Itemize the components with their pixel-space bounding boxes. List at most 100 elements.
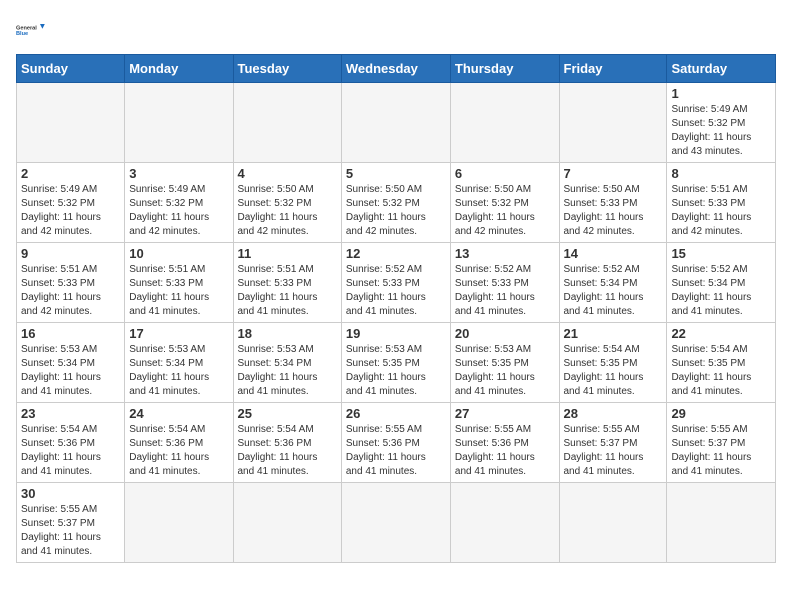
day-info: Sunrise: 5:54 AM Sunset: 5:35 PM Dayligh… (564, 343, 663, 399)
calendar-cell: 27 Sunrise: 5:55 AM Sunset: 5:36 PM Dayli… (450, 403, 559, 483)
calendar-weekday-friday: Friday (559, 55, 667, 83)
calendar-table: SundayMondayTuesdayWednesdayThursdayFrid… (16, 54, 776, 563)
svg-text:General: General (16, 26, 37, 32)
calendar-cell: 3 Sunrise: 5:49 AM Sunset: 5:32 PM Daylig… (125, 163, 233, 243)
day-number: 19 (346, 326, 446, 341)
day-number: 12 (346, 246, 446, 261)
day-number: 24 (129, 406, 228, 421)
day-info: Sunrise: 5:50 AM Sunset: 5:32 PM Dayligh… (238, 183, 337, 239)
day-number: 6 (455, 166, 555, 181)
calendar-weekday-wednesday: Wednesday (341, 55, 450, 83)
calendar-cell: 17Sunrise: 5:53 AM Sunset: 5:34 PM Dayli… (125, 323, 233, 403)
calendar-cell: 8Sunrise: 5:51 AM Sunset: 5:33 PM Daylig… (667, 163, 776, 243)
day-number: 29 (671, 406, 771, 421)
calendar-cell: 1Sunrise: 5:49 AM Sunset: 5:32 PM Daylig… (667, 83, 776, 163)
day-number: 25 (238, 406, 337, 421)
calendar-weekday-thursday: Thursday (450, 55, 559, 83)
day-info: Sunrise: 5:49 AM Sunset: 5:32 PM Dayligh… (671, 103, 771, 159)
calendar-cell: 6 Sunrise: 5:50 AM Sunset: 5:32 PM Daylig… (450, 163, 559, 243)
calendar-cell: 5 Sunrise: 5:50 AM Sunset: 5:32 PM Daylig… (341, 163, 450, 243)
day-number: 18 (238, 326, 337, 341)
calendar-cell: 20 Sunrise: 5:53 AM Sunset: 5:35 PM Dayli… (450, 323, 559, 403)
day-number: 2 (21, 166, 120, 181)
day-number: 27 (455, 406, 555, 421)
day-info: Sunrise: 5:49 AM Sunset: 5:32 PM Dayligh… (21, 183, 120, 239)
day-number: 13 (455, 246, 555, 261)
calendar-cell: 7Sunrise: 5:50 AM Sunset: 5:33 PM Daylig… (559, 163, 667, 243)
day-info: Sunrise: 5:55 AM Sunset: 5:36 PM Dayligh… (455, 423, 555, 479)
day-info: Sunrise: 5:55 AM Sunset: 5:36 PM Dayligh… (346, 423, 446, 479)
day-info: Sunrise: 5:50 AM Sunset: 5:33 PM Dayligh… (564, 183, 663, 239)
calendar-cell (233, 83, 341, 163)
day-info: Sunrise: 5:53 AM Sunset: 5:34 PM Dayligh… (129, 343, 228, 399)
day-info: Sunrise: 5:51 AM Sunset: 5:33 PM Dayligh… (238, 263, 337, 319)
calendar-cell: 13 Sunrise: 5:52 AM Sunset: 5:33 PM Dayli… (450, 243, 559, 323)
calendar-cell (125, 83, 233, 163)
calendar-week-5: 23 Sunrise: 5:54 AM Sunset: 5:36 PM Dayli… (17, 403, 776, 483)
day-number: 11 (238, 246, 337, 261)
day-info: Sunrise: 5:52 AM Sunset: 5:33 PM Dayligh… (455, 263, 555, 319)
day-info: Sunrise: 5:54 AM Sunset: 5:36 PM Dayligh… (238, 423, 337, 479)
logo: GeneralBlue (16, 16, 48, 44)
calendar-cell (17, 83, 125, 163)
calendar-week-1: 1Sunrise: 5:49 AM Sunset: 5:32 PM Daylig… (17, 83, 776, 163)
day-info: Sunrise: 5:54 AM Sunset: 5:35 PM Dayligh… (671, 343, 771, 399)
generalblue-logo-icon: GeneralBlue (16, 16, 48, 44)
calendar-cell: 24 Sunrise: 5:54 AM Sunset: 5:36 PM Dayli… (125, 403, 233, 483)
calendar-cell: 4 Sunrise: 5:50 AM Sunset: 5:32 PM Daylig… (233, 163, 341, 243)
calendar-cell: 28 Sunrise: 5:55 AM Sunset: 5:37 PM Dayli… (559, 403, 667, 483)
calendar-week-6: 30Sunrise: 5:55 AM Sunset: 5:37 PM Dayli… (17, 483, 776, 563)
day-info: Sunrise: 5:54 AM Sunset: 5:36 PM Dayligh… (21, 423, 120, 479)
day-number: 20 (455, 326, 555, 341)
calendar-cell: 10Sunrise: 5:51 AM Sunset: 5:33 PM Dayli… (125, 243, 233, 323)
day-number: 9 (21, 246, 120, 261)
calendar-cell: 12 Sunrise: 5:52 AM Sunset: 5:33 PM Dayli… (341, 243, 450, 323)
calendar-cell: 25 Sunrise: 5:54 AM Sunset: 5:36 PM Dayli… (233, 403, 341, 483)
day-number: 4 (238, 166, 337, 181)
day-number: 3 (129, 166, 228, 181)
calendar-cell (341, 483, 450, 563)
calendar-weekday-saturday: Saturday (667, 55, 776, 83)
calendar-cell: 19 Sunrise: 5:53 AM Sunset: 5:35 PM Dayli… (341, 323, 450, 403)
calendar-cell: 29Sunrise: 5:55 AM Sunset: 5:37 PM Dayli… (667, 403, 776, 483)
day-info: Sunrise: 5:50 AM Sunset: 5:32 PM Dayligh… (455, 183, 555, 239)
calendar-week-2: 2 Sunrise: 5:49 AM Sunset: 5:32 PM Daylig… (17, 163, 776, 243)
calendar-cell: 2 Sunrise: 5:49 AM Sunset: 5:32 PM Daylig… (17, 163, 125, 243)
calendar-cell (233, 483, 341, 563)
day-info: Sunrise: 5:53 AM Sunset: 5:34 PM Dayligh… (238, 343, 337, 399)
calendar-cell: 16Sunrise: 5:53 AM Sunset: 5:34 PM Dayli… (17, 323, 125, 403)
day-info: Sunrise: 5:52 AM Sunset: 5:33 PM Dayligh… (346, 263, 446, 319)
day-info: Sunrise: 5:55 AM Sunset: 5:37 PM Dayligh… (21, 503, 120, 559)
day-info: Sunrise: 5:51 AM Sunset: 5:33 PM Dayligh… (671, 183, 771, 239)
calendar-cell: 23 Sunrise: 5:54 AM Sunset: 5:36 PM Dayli… (17, 403, 125, 483)
page-header: GeneralBlue (16, 16, 776, 44)
calendar-cell: 26Sunrise: 5:55 AM Sunset: 5:36 PM Dayli… (341, 403, 450, 483)
svg-text:Blue: Blue (16, 31, 28, 37)
day-number: 23 (21, 406, 120, 421)
calendar-cell (341, 83, 450, 163)
day-info: Sunrise: 5:55 AM Sunset: 5:37 PM Dayligh… (564, 423, 663, 479)
calendar-cell: 21 Sunrise: 5:54 AM Sunset: 5:35 PM Dayli… (559, 323, 667, 403)
day-number: 21 (564, 326, 663, 341)
calendar-weekday-tuesday: Tuesday (233, 55, 341, 83)
calendar-cell: 15Sunrise: 5:52 AM Sunset: 5:34 PM Dayli… (667, 243, 776, 323)
day-info: Sunrise: 5:53 AM Sunset: 5:35 PM Dayligh… (346, 343, 446, 399)
calendar-cell (559, 83, 667, 163)
calendar-cell (450, 483, 559, 563)
calendar-header-row: SundayMondayTuesdayWednesdayThursdayFrid… (17, 55, 776, 83)
day-info: Sunrise: 5:53 AM Sunset: 5:34 PM Dayligh… (21, 343, 120, 399)
day-number: 14 (564, 246, 663, 261)
calendar-cell (125, 483, 233, 563)
day-info: Sunrise: 5:49 AM Sunset: 5:32 PM Dayligh… (129, 183, 228, 239)
day-number: 22 (671, 326, 771, 341)
day-info: Sunrise: 5:53 AM Sunset: 5:35 PM Dayligh… (455, 343, 555, 399)
day-number: 5 (346, 166, 446, 181)
day-info: Sunrise: 5:54 AM Sunset: 5:36 PM Dayligh… (129, 423, 228, 479)
calendar-cell: 22 Sunrise: 5:54 AM Sunset: 5:35 PM Dayli… (667, 323, 776, 403)
day-number: 28 (564, 406, 663, 421)
day-info: Sunrise: 5:51 AM Sunset: 5:33 PM Dayligh… (21, 263, 120, 319)
calendar-cell: 9 Sunrise: 5:51 AM Sunset: 5:33 PM Daylig… (17, 243, 125, 323)
calendar-week-3: 9 Sunrise: 5:51 AM Sunset: 5:33 PM Daylig… (17, 243, 776, 323)
calendar-cell (559, 483, 667, 563)
day-info: Sunrise: 5:50 AM Sunset: 5:32 PM Dayligh… (346, 183, 446, 239)
